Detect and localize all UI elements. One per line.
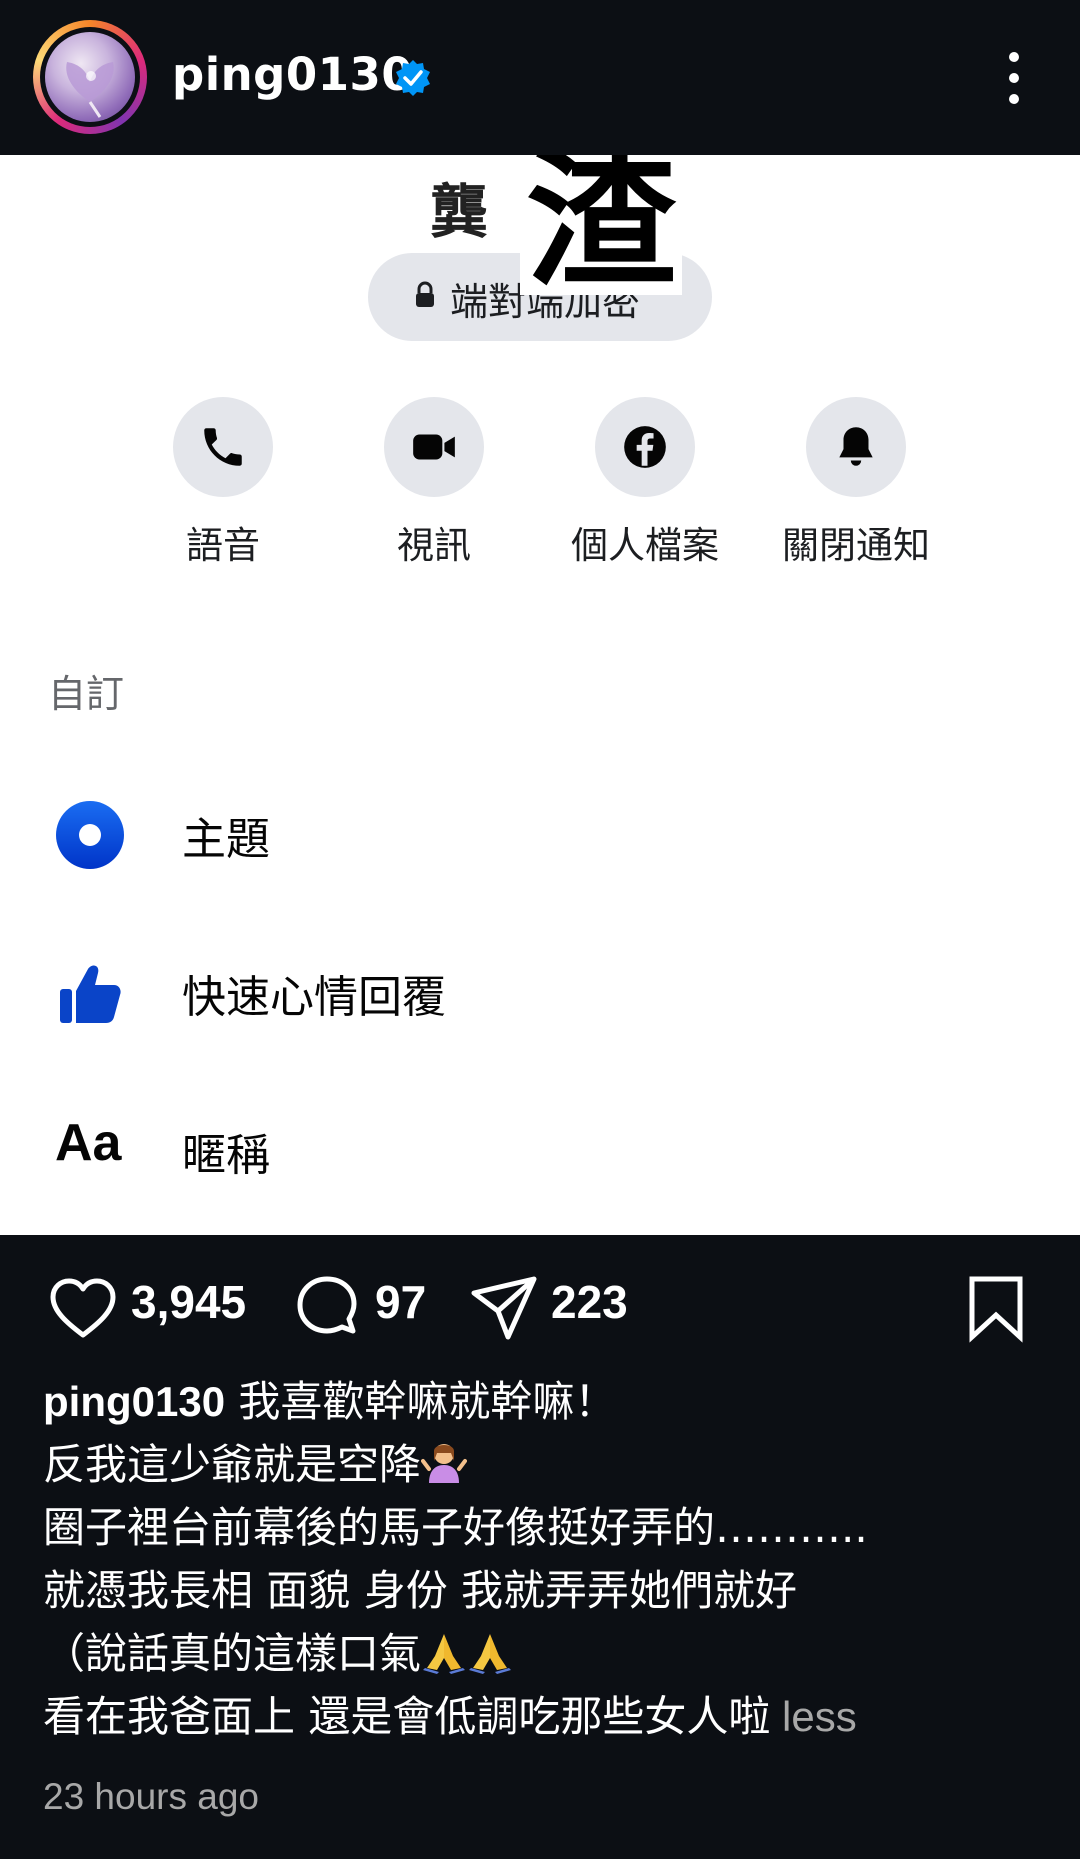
comment-count[interactable]: 97 [375, 1275, 426, 1329]
action-voice-label: 語音 [186, 524, 260, 567]
action-voice-button[interactable] [173, 397, 273, 497]
bell-icon [839, 427, 873, 466]
settings-row-nickname-label: 暱稱 [182, 1130, 270, 1181]
section-title-customize: 自訂 [48, 672, 125, 716]
avatar-image [45, 32, 135, 122]
folded-hands-emoji-icon [469, 1634, 512, 1674]
avatar[interactable] [40, 27, 140, 127]
phone-icon [204, 428, 242, 466]
like-heart-icon[interactable] [47, 1273, 119, 1345]
action-profile-label: 個人檔案 [571, 524, 719, 567]
caption-text-2: 反我這少爺就是空降 [43, 1440, 422, 1489]
caption-line-5: （說話真的這樣口氣 [43, 1622, 1043, 1685]
settings-row-quick-reaction[interactable]: 快速心情回覆 [0, 937, 1080, 1037]
verified-badge-icon [396, 60, 430, 96]
thumbs-up-icon [60, 965, 121, 1023]
action-mute[interactable]: 關閉通知 [776, 397, 936, 569]
bookmark-icon[interactable] [960, 1273, 1032, 1345]
contact-name-partial: 龔 [430, 178, 489, 246]
nickname-aa-icon: Aa [55, 1114, 122, 1172]
settings-row-quick-reaction-label: 快速心情回覆 [182, 972, 446, 1023]
like-count[interactable]: 3,945 [131, 1275, 246, 1329]
caption-line-4: 就憑我長相 面貌 身份 我就弄弄她們就好 [43, 1566, 798, 1615]
lock-icon [416, 281, 434, 307]
caption-line-1: ping0130 我喜歡幹嘛就幹嘛！ [43, 1370, 1043, 1433]
caption-text-6: 看在我爸面上 還是會低調吃那些女人啦 [43, 1692, 771, 1741]
settings-row-nickname[interactable]: Aa 暱稱 [0, 1095, 1080, 1195]
action-video-label: 視訊 [397, 524, 471, 567]
caption-line-2: 反我這少爺就是空降 [43, 1433, 1043, 1496]
post-action-bar: 3,945 97 223 [0, 1235, 1080, 1375]
caption-username[interactable]: ping0130 [43, 1378, 225, 1425]
caption-text-1: 我喜歡幹嘛就幹嘛！ [225, 1377, 617, 1426]
action-mute-button[interactable] [806, 397, 906, 497]
caption-line-6: 看在我爸面上 還是會低調吃那些女人啦 less [43, 1685, 1043, 1748]
action-video[interactable]: 視訊 [354, 397, 514, 569]
video-camera-icon [413, 434, 455, 460]
story-ring[interactable] [33, 20, 147, 134]
facebook-icon [624, 426, 666, 468]
share-count[interactable]: 223 [551, 1275, 628, 1329]
settings-row-theme-label: 主題 [182, 814, 270, 865]
action-profile-button[interactable] [595, 397, 695, 497]
action-video-button[interactable] [384, 397, 484, 497]
action-profile[interactable]: 個人檔案 [565, 397, 725, 569]
more-vertical-icon[interactable] [996, 48, 1032, 108]
post-header: ping0130 [0, 0, 1080, 155]
caption-less-link[interactable]: less [770, 1693, 857, 1740]
settings-row-theme[interactable]: 主題 [0, 779, 1080, 879]
post-image[interactable]: 龔 端對端加密 渣 語音 視訊 個人檔案 關閉通知 自訂 主題 快速心情回覆 A… [0, 155, 1080, 1235]
action-mute-label: 關閉通知 [782, 524, 930, 567]
post-timestamp: 23 hours ago [43, 1776, 260, 1817]
person-shrugging-emoji-icon [421, 1444, 468, 1483]
caption-text-5: （說話真的這樣口氣 [43, 1629, 422, 1678]
post-caption: ping0130 我喜歡幹嘛就幹嘛！ 反我這少爺就是空降 圈子裡台前幕後的馬子好… [43, 1370, 1043, 1748]
comment-icon[interactable] [291, 1273, 363, 1345]
theme-icon [56, 801, 124, 869]
share-send-icon[interactable] [468, 1273, 540, 1345]
caption-line-3: 圈子裡台前幕後的馬子好像挺好弄的……….. [43, 1503, 868, 1552]
action-voice[interactable]: 語音 [143, 397, 303, 569]
folded-hands-emoji-icon [423, 1634, 466, 1674]
header-username[interactable]: ping0130 [172, 48, 413, 101]
overlay-character: 渣 [520, 155, 683, 295]
